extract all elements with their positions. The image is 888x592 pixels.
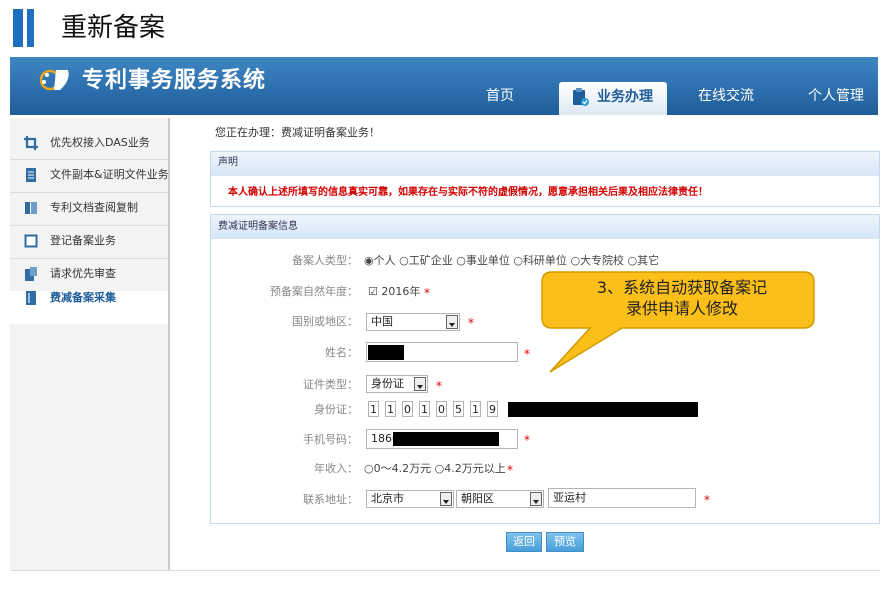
filer-type-option: 个人	[373, 254, 396, 267]
id-type-label: 证件类型：	[303, 378, 358, 391]
statement-section-header	[210, 151, 880, 177]
blank-page-icon	[24, 234, 38, 248]
app-name: 专利事务服务系统	[82, 68, 267, 93]
year-value: 2016年	[381, 285, 421, 298]
footer-divider	[10, 570, 880, 571]
filer-type-option: 事业单位	[465, 254, 510, 267]
back-button[interactable]: 返回	[506, 532, 542, 552]
book-icon	[25, 202, 37, 214]
income-option: 0～4.2万元	[373, 462, 432, 475]
id-digit-box[interactable]: 0	[436, 401, 447, 417]
city-value: 北京市	[371, 492, 404, 505]
chevron-down-icon[interactable]	[446, 315, 458, 329]
filer-type-option: 大专院校	[580, 254, 625, 267]
clipboard-check-icon	[573, 88, 589, 106]
redacted-id-digits	[508, 402, 698, 417]
phone-label: 手机号码：	[303, 433, 358, 446]
current-task-text: 您正在办理：费减证明备案业务！	[215, 126, 380, 139]
chevron-down-icon[interactable]	[414, 377, 426, 391]
id-digit-box[interactable]: 1	[368, 401, 379, 417]
checkbox-checked-icon[interactable]: ☑	[368, 285, 378, 298]
statement-section-title: 声明	[218, 157, 238, 168]
id-digit-box[interactable]: 1	[470, 401, 481, 417]
required-mark: *	[704, 493, 710, 507]
chevron-down-icon[interactable]	[530, 492, 542, 506]
id-type-value: 身份证	[371, 377, 404, 390]
crop-icon	[24, 136, 38, 150]
sidebar-item-label: 费减备案采集	[50, 291, 116, 304]
radio-icon[interactable]: ○	[513, 254, 523, 267]
statement-warning-text: 本人确认上述所填写的信息真实可靠，如果存在与实际不符的虚假情况，愿意承担相关后果…	[228, 187, 708, 198]
radio-icon[interactable]: ○	[435, 462, 445, 475]
id-number-label: 身份证：	[314, 403, 358, 416]
address-detail-value: 亚运村	[553, 491, 586, 504]
ledger-icon	[26, 291, 36, 305]
radio-icon[interactable]: ○	[456, 254, 466, 267]
chevron-down-icon[interactable]	[440, 492, 452, 506]
nav-home[interactable]: 首页	[486, 86, 514, 106]
app-logo-icon	[39, 69, 69, 91]
radio-icon[interactable]: ○	[570, 254, 580, 267]
sidebar-item-label: 文件副本&证明文件业务	[50, 168, 169, 181]
name-label: 姓名：	[325, 346, 358, 359]
sidebar-item-label: 请求优先审查	[50, 267, 116, 280]
income-radio-group[interactable]: ○0～4.2万元 ○4.2万元以上	[364, 461, 506, 477]
country-label: 国别或地区：	[292, 315, 358, 328]
required-mark: *	[424, 286, 430, 300]
slide-title: 重新备案	[61, 13, 166, 43]
required-mark: *	[436, 379, 442, 393]
filer-type-option: 工矿企业	[408, 254, 453, 267]
address-label: 联系地址：	[303, 493, 358, 506]
id-digit-box[interactable]: 1	[419, 401, 430, 417]
redacted-phone	[393, 432, 499, 446]
info-section-header	[210, 214, 880, 240]
id-digit-box[interactable]: 9	[487, 401, 498, 417]
document-icon	[26, 168, 36, 182]
clipboard-icon	[25, 267, 37, 281]
preview-button[interactable]: 预览	[546, 532, 584, 552]
radio-checked-icon[interactable]: ◉	[364, 254, 374, 267]
callout-line: 录供申请人修改	[625, 299, 738, 318]
sidebar-item-label: 专利文档查阅复制	[50, 201, 138, 214]
radio-icon[interactable]: ○	[628, 254, 638, 267]
radio-icon[interactable]: ○	[399, 254, 409, 267]
required-mark: *	[507, 463, 513, 477]
income-option: 4.2万元以上	[444, 462, 506, 475]
filer-type-label: 备案人类型：	[292, 254, 358, 267]
id-digit-box[interactable]: 0	[402, 401, 413, 417]
required-mark: *	[468, 316, 474, 330]
income-label: 年收入：	[314, 462, 358, 475]
redacted-name	[368, 345, 404, 360]
filer-type-option: 其它	[637, 254, 660, 267]
required-mark: *	[524, 347, 530, 361]
id-digit-box[interactable]: 5	[453, 401, 464, 417]
year-checkbox[interactable]: ☑ 2016年	[368, 284, 420, 300]
nav-personal[interactable]: 个人管理	[808, 86, 864, 106]
sidebar-item-label: 优先权接入DAS业务	[50, 136, 150, 149]
country-value: 中国	[371, 315, 393, 328]
year-label: 预备案自然年度：	[270, 285, 358, 298]
sidebar-item-label: 登记备案业务	[50, 234, 116, 247]
filer-type-radio-group[interactable]: ◉个人 ○工矿企业 ○事业单位 ○科研单位 ○大专院校 ○其它	[364, 253, 659, 269]
district-value: 朝阳区	[461, 492, 494, 505]
filer-type-option: 科研单位	[522, 254, 567, 267]
info-section-title: 费减证明备案信息	[218, 221, 298, 232]
radio-icon[interactable]: ○	[364, 462, 374, 475]
id-digit-box[interactable]: 1	[385, 401, 396, 417]
nav-online[interactable]: 在线交流	[698, 86, 754, 106]
title-accent-bar	[27, 9, 34, 47]
callout-line: 3、系统自动获取备案记	[596, 278, 768, 297]
callout-text: 3、系统自动获取备案记 录供申请人修改	[552, 277, 812, 319]
required-mark: *	[524, 433, 530, 447]
nav-business-label: 业务办理	[597, 89, 653, 105]
title-accent-bar	[13, 9, 23, 47]
